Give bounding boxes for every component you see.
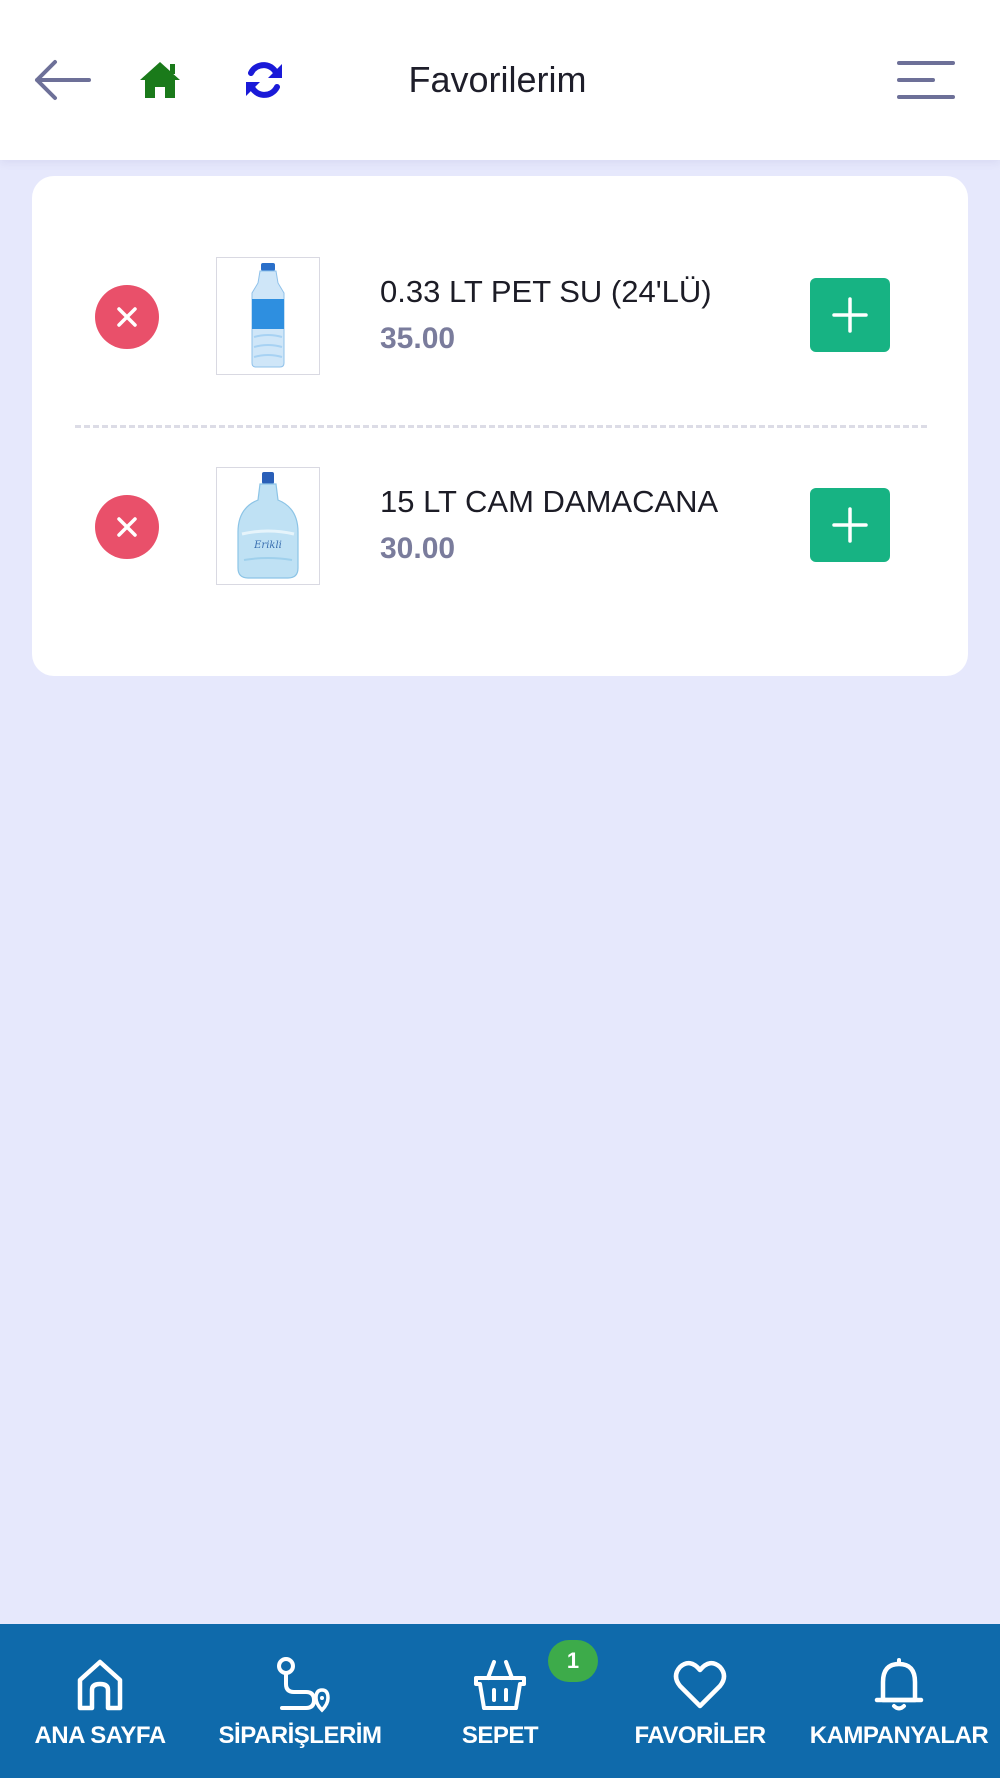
bell-icon <box>874 1658 924 1711</box>
glass-carboy-image: Erikli <box>237 472 299 579</box>
bottom-navigation: ANA SAYFA SİPARİŞLERİM SEPET FAVORİLER K… <box>0 1624 1000 1778</box>
nav-label: FAVORİLER <box>634 1722 766 1749</box>
add-to-cart-button[interactable] <box>810 278 890 352</box>
back-button[interactable] <box>30 50 96 110</box>
add-to-cart-button[interactable] <box>810 488 890 562</box>
nav-item-orders[interactable]: SİPARİŞLERİM <box>200 1624 400 1778</box>
route-icon <box>277 1657 330 1713</box>
heart-icon <box>673 1660 727 1709</box>
page-title: Favorilerim <box>408 59 587 100</box>
remove-favorite-button[interactable] <box>95 285 159 349</box>
favorite-item: 0.33 LT PET SU (24'LÜ) 35.00 <box>32 252 968 382</box>
menu-button[interactable] <box>892 52 960 108</box>
favorite-item: Erikli 15 LT CAM DAMACANA 30.00 <box>32 462 968 592</box>
nav-label: KAMPANYALAR <box>809 1722 989 1749</box>
small-water-bottle-image <box>251 263 285 368</box>
product-price: 35.00 <box>380 322 456 355</box>
menu-icon <box>897 61 955 99</box>
nav-item-favorites[interactable]: FAVORİLER <box>620 1624 780 1778</box>
nav-label: ANA SAYFA <box>34 1722 166 1749</box>
basket-icon <box>474 1660 526 1710</box>
product-thumbnail[interactable] <box>216 257 320 375</box>
remove-favorite-button[interactable] <box>95 495 159 559</box>
product-price: 30.00 <box>380 532 456 565</box>
svg-text:Erikli: Erikli <box>253 540 282 551</box>
close-icon <box>117 517 137 537</box>
close-icon <box>117 307 137 327</box>
nav-item-campaigns[interactable]: KAMPANYALAR <box>800 1624 998 1778</box>
product-thumbnail[interactable]: Erikli <box>216 467 320 585</box>
item-divider <box>75 425 927 428</box>
home-button[interactable] <box>132 52 188 108</box>
refresh-button[interactable] <box>236 52 292 108</box>
home-outline-icon <box>77 1659 123 1711</box>
product-name: 0.33 LT PET SU (24'LÜ) <box>380 274 712 309</box>
nav-item-home[interactable]: ANA SAYFA <box>20 1624 180 1778</box>
arrow-left-icon <box>35 60 91 100</box>
favorites-card: 0.33 LT PET SU (24'LÜ) 35.00 Erikli 15 L… <box>32 176 968 676</box>
home-icon <box>140 62 180 98</box>
refresh-icon <box>246 62 282 98</box>
app-header: Favorilerim <box>0 0 1000 160</box>
product-name: 15 LT CAM DAMACANA <box>380 484 719 519</box>
plus-icon <box>832 507 868 543</box>
nav-label: SEPET <box>461 1722 539 1749</box>
plus-icon <box>832 297 868 333</box>
cart-count-badge: 1 <box>548 1640 598 1682</box>
nav-label: SİPARİŞLERİM <box>218 1722 382 1749</box>
